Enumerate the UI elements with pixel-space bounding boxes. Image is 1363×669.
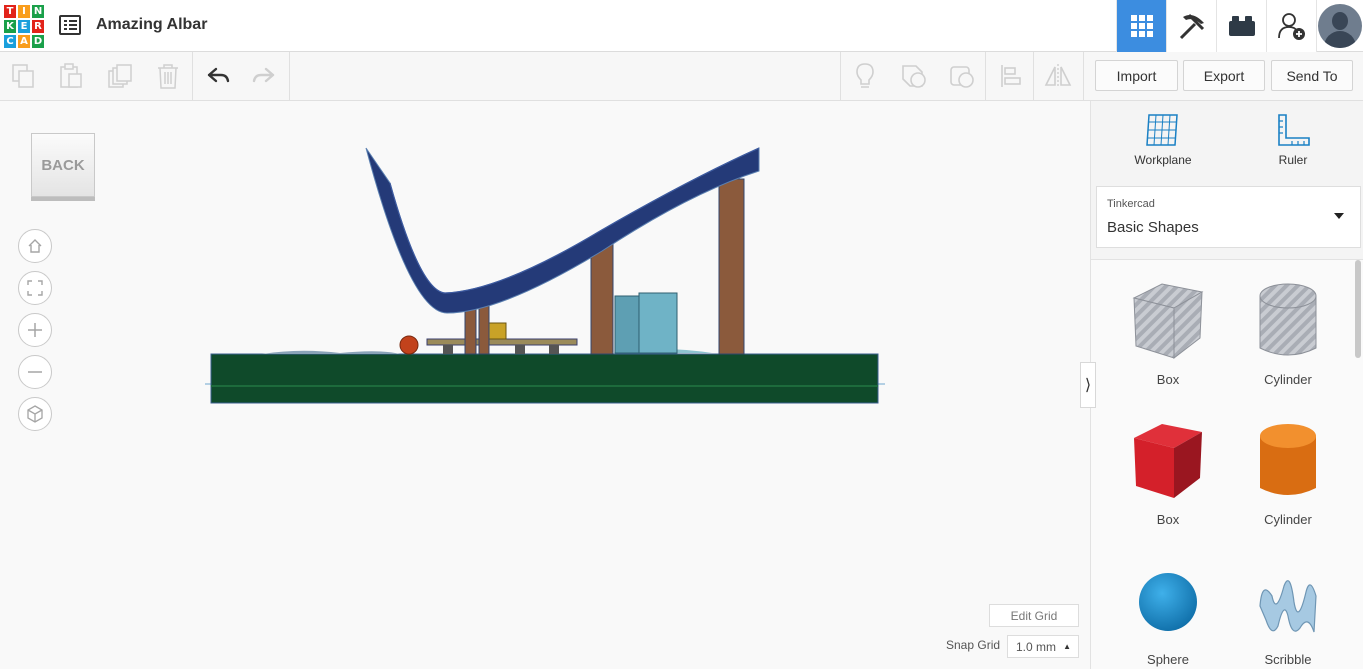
copy-icon: [12, 64, 34, 88]
lightbulb-icon: [856, 63, 874, 88]
undo-icon: [207, 67, 230, 83]
base-plate[interactable]: [205, 353, 885, 404]
library-name: Basic Shapes: [1107, 219, 1199, 236]
bricks-icon: [1228, 16, 1255, 36]
sphere-icon: [1139, 573, 1197, 631]
mirror-button[interactable]: [1044, 62, 1072, 90]
pickaxe-icon: [1179, 13, 1204, 40]
scribble-icon: [1259, 580, 1317, 633]
shape-sphere[interactable]: Sphere: [1113, 556, 1223, 667]
tinkercad-logo[interactable]: TINKERCAD: [3, 4, 45, 49]
mirror-icon: [1044, 64, 1072, 88]
top-right-nav: [1116, 0, 1363, 52]
shape-cylinder[interactable]: Cylinder: [1233, 416, 1343, 527]
solid-shape-button[interactable]: [900, 62, 928, 90]
delete-button[interactable]: [154, 62, 182, 90]
shape-box[interactable]: Box: [1113, 416, 1223, 527]
paste-icon: [60, 63, 82, 88]
copy-button[interactable]: [10, 62, 38, 90]
shape-label: Cylinder: [1264, 372, 1312, 387]
shape-label: Cylinder: [1264, 512, 1312, 527]
cylinder-icon: [1260, 424, 1316, 495]
shape-scribble[interactable]: Scribble: [1233, 556, 1343, 667]
logo-letter: T: [3, 4, 17, 19]
box-icon: [1134, 424, 1202, 498]
logo-letter: A: [17, 34, 31, 49]
shape-hole-icon: [950, 66, 974, 88]
shape-label: Scribble: [1264, 652, 1312, 667]
add-user-icon: [1277, 13, 1305, 40]
import-button[interactable]: Import: [1095, 60, 1178, 91]
logo-letter: C: [3, 34, 17, 49]
ruler-label: Ruler: [1278, 153, 1308, 167]
align-icon: [1001, 65, 1021, 87]
avatar: [1318, 4, 1362, 48]
cylinder-hole-icon: [1259, 283, 1317, 356]
snap-grid-value: 1.0 mm: [1016, 639, 1057, 654]
shapes-scrollbar[interactable]: [1355, 260, 1361, 358]
support-posts[interactable]: [464, 178, 745, 355]
add-user-button[interactable]: [1266, 0, 1316, 52]
curved-ramp[interactable]: [365, 147, 760, 314]
send-to-button[interactable]: Send To: [1271, 60, 1353, 91]
shape-label: Box: [1156, 372, 1180, 387]
build-button[interactable]: [1166, 0, 1216, 52]
shape-library-dropdown[interactable]: Tinkercad Basic Shapes: [1096, 186, 1361, 248]
chevron-down-icon: [1334, 213, 1344, 219]
document-title[interactable]: Amazing Albar: [96, 16, 207, 34]
logo-letter: I: [17, 4, 31, 19]
workplane-canvas[interactable]: BACK Edit Grid Snap Grid 1.0 mm ▲: [0, 101, 1090, 669]
3d-scene[interactable]: [0, 101, 1090, 669]
teal-wall[interactable]: [612, 292, 712, 354]
user-avatar-button[interactable]: [1316, 0, 1363, 52]
ruler-button[interactable]: Ruler: [1238, 111, 1348, 167]
box-hole-icon: [1132, 283, 1204, 360]
workplane-icon: [1146, 114, 1178, 146]
logo-letter: K: [3, 19, 17, 34]
right-panel: Workplane Ruler Tinkercad Basic Shapes B…: [1090, 101, 1363, 669]
shape-cylinder-hole[interactable]: Cylinder: [1233, 276, 1343, 387]
top-bar: TINKERCAD Amazing Albar: [0, 0, 1363, 52]
logo-letter: N: [31, 4, 45, 19]
caret-up-icon: ▲: [1063, 642, 1071, 651]
grid-view-icon: [1130, 15, 1153, 37]
logo-letter: R: [31, 19, 45, 34]
library-category: Tinkercad: [1107, 198, 1155, 210]
design-list-icon[interactable]: [59, 15, 81, 35]
chevron-right-icon: ⟩: [1084, 377, 1092, 394]
hole-shape-button[interactable]: [948, 62, 976, 90]
undo-button[interactable]: [204, 62, 232, 90]
shape-label: Sphere: [1147, 652, 1189, 667]
export-button[interactable]: Export: [1183, 60, 1265, 91]
delete-icon: [158, 64, 178, 89]
align-button[interactable]: [997, 62, 1025, 90]
shape-box-hole[interactable]: Box: [1113, 276, 1223, 387]
snap-grid-select[interactable]: 1.0 mm ▲: [1007, 635, 1079, 658]
edit-grid-button[interactable]: Edit Grid: [989, 604, 1079, 627]
workplane-button[interactable]: Workplane: [1108, 111, 1218, 167]
workplane-label: Workplane: [1134, 153, 1192, 167]
redo-button[interactable]: [250, 62, 278, 90]
shape-solid-icon: [902, 65, 926, 88]
terrain-scribble[interactable]: [262, 350, 400, 354]
duplicate-icon: [108, 64, 132, 88]
shape-label: Box: [1156, 512, 1180, 527]
bench-platform[interactable]: [426, 322, 578, 354]
edit-toolbar: Import Export Send To: [0, 52, 1363, 101]
grid-view-button[interactable]: [1116, 0, 1166, 52]
logo-letter: D: [31, 34, 45, 49]
notes-button[interactable]: [851, 62, 879, 90]
paste-button[interactable]: [57, 62, 85, 90]
ruler-icon: [1278, 114, 1310, 146]
bricks-button[interactable]: [1216, 0, 1266, 52]
snap-grid-label: Snap Grid: [946, 638, 1001, 652]
logo-letter: E: [17, 19, 31, 34]
shapes-grid: Box Cylinder Box Cylinder Sphere Scribbl…: [1091, 259, 1363, 669]
marble-ball[interactable]: [399, 335, 419, 355]
panel-collapse-tab[interactable]: ⟩: [1080, 362, 1096, 408]
redo-icon: [252, 67, 275, 83]
duplicate-button[interactable]: [106, 62, 134, 90]
placement-tools: Workplane Ruler: [1091, 101, 1363, 181]
